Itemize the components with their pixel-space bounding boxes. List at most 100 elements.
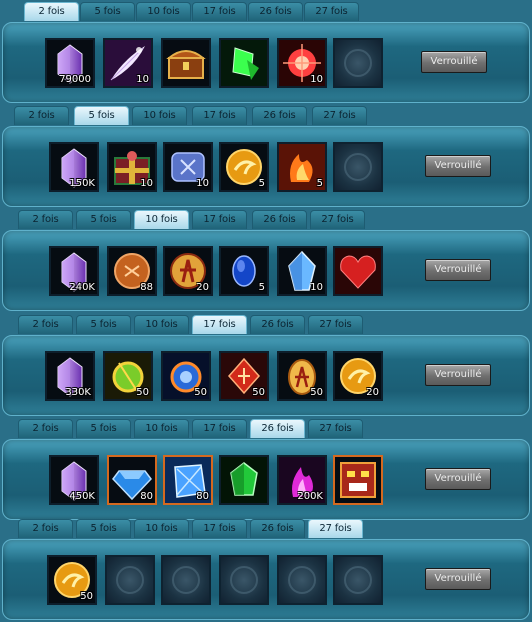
tab-5[interactable]: 27 fois <box>312 106 367 125</box>
reward-slot[interactable]: 10 <box>163 142 213 192</box>
reward-slot[interactable]: 50 <box>103 351 153 401</box>
tab-0[interactable]: 2 fois <box>18 315 73 334</box>
reward-slot[interactable]: 5 <box>219 142 269 192</box>
tab-0[interactable]: 2 fois <box>18 419 73 438</box>
tab-3[interactable]: 17 fois <box>192 419 247 438</box>
tab-5[interactable]: 27 fois <box>308 519 363 538</box>
reward-slot[interactable]: 10 <box>107 142 157 192</box>
reward-panel: 450K 80 80 200K Verrouillé <box>2 439 530 520</box>
reward-slot[interactable] <box>219 555 269 605</box>
item-quantity: 240K <box>69 282 95 293</box>
item-quantity: 10 <box>310 282 323 293</box>
tab-2[interactable]: 10 fois <box>134 210 189 229</box>
tab-2[interactable]: 10 fois <box>132 106 187 125</box>
reward-tier-section: 2 fois 5 fois 10 fois 17 fois 26 fois 27 fois… <box>0 315 532 418</box>
tab-1[interactable]: 5 fois <box>76 315 131 334</box>
reward-slot[interactable]: 20 <box>333 351 383 401</box>
reward-slot[interactable] <box>277 555 327 605</box>
reward-slot[interactable]: 80 <box>163 455 213 505</box>
tab-2[interactable]: 10 fois <box>134 519 189 538</box>
tab-0[interactable]: 2 fois <box>18 519 73 538</box>
reward-slot[interactable]: 10 <box>277 38 327 88</box>
tab-1[interactable]: 5 fois <box>76 519 131 538</box>
tab-5[interactable]: 27 fois <box>304 2 359 21</box>
reward-slot[interactable] <box>219 455 269 505</box>
reward-tier-section: 2 fois 5 fois 10 fois 17 fois 26 fois 27 fois… <box>0 419 532 522</box>
reward-slot[interactable]: 10 <box>103 38 153 88</box>
tab-5[interactable]: 27 fois <box>308 419 363 438</box>
tab-4[interactable]: 26 fois <box>250 315 305 334</box>
item-quantity: 50 <box>80 591 93 602</box>
locked-button[interactable]: Verrouillé <box>425 155 491 177</box>
reward-slot[interactable] <box>333 455 383 505</box>
tab-1[interactable]: 5 fois <box>74 106 129 125</box>
item-quantity: 5 <box>258 282 265 293</box>
reward-slot[interactable] <box>333 142 383 192</box>
reward-slot[interactable]: 200K <box>277 455 327 505</box>
tab-3[interactable]: 17 fois <box>192 519 247 538</box>
empty-slot-icon <box>288 566 316 594</box>
item-quantity: 88 <box>140 282 153 293</box>
reward-slot[interactable] <box>333 38 383 88</box>
tab-2[interactable]: 10 fois <box>134 315 189 334</box>
reward-slot[interactable]: 50 <box>161 351 211 401</box>
reward-slot[interactable]: 10 <box>277 246 327 296</box>
reward-slot[interactable] <box>219 38 269 88</box>
reward-slot[interactable]: 88 <box>107 246 157 296</box>
item-quantity: 50 <box>136 387 149 398</box>
reward-slot[interactable]: 79000 <box>45 38 95 88</box>
reward-slot[interactable]: 150K <box>49 142 99 192</box>
locked-button[interactable]: Verrouillé <box>425 468 491 490</box>
reward-slot[interactable]: 80 <box>107 455 157 505</box>
locked-button[interactable]: Verrouillé <box>425 364 491 386</box>
item-quantity: 20 <box>196 282 209 293</box>
reward-slot[interactable]: 20 <box>163 246 213 296</box>
tab-2[interactable]: 10 fois <box>134 419 189 438</box>
tab-4[interactable]: 26 fois <box>252 210 307 229</box>
tab-4[interactable]: 26 fois <box>250 519 305 538</box>
locked-button[interactable]: Verrouillé <box>421 51 487 73</box>
empty-slot-icon <box>172 566 200 594</box>
reward-slot[interactable] <box>105 555 155 605</box>
reward-slot[interactable]: 450K <box>49 455 99 505</box>
tab-1[interactable]: 5 fois <box>80 2 135 21</box>
item-quantity: 10 <box>310 74 323 85</box>
tab-0[interactable]: 2 fois <box>18 210 73 229</box>
item-quantity: 79000 <box>59 74 91 85</box>
reward-slot[interactable]: 5 <box>277 142 327 192</box>
item-quantity: 10 <box>140 178 153 189</box>
tab-0[interactable]: 2 fois <box>14 106 69 125</box>
tab-3[interactable]: 17 fois <box>192 2 247 21</box>
tab-4[interactable]: 26 fois <box>252 106 307 125</box>
tab-1[interactable]: 5 fois <box>76 210 131 229</box>
tab-4[interactable]: 26 fois <box>248 2 303 21</box>
reward-slot[interactable]: 50 <box>277 351 327 401</box>
tab-3[interactable]: 17 fois <box>192 210 247 229</box>
item-quantity: 10 <box>136 74 149 85</box>
reward-slot[interactable] <box>333 246 383 296</box>
empty-slot-icon <box>344 566 372 594</box>
tab-5[interactable]: 27 fois <box>308 315 363 334</box>
reward-panel: 240K 88 20 5 10 Verrouillé <box>2 230 530 311</box>
tab-3[interactable]: 17 fois <box>192 106 247 125</box>
reward-panel: 330K 50 50 50 50 20 Verrouillé <box>2 335 530 416</box>
tab-1[interactable]: 5 fois <box>76 419 131 438</box>
reward-slot[interactable]: 330K <box>45 351 95 401</box>
reward-slot[interactable]: 240K <box>49 246 99 296</box>
tab-5[interactable]: 27 fois <box>310 210 365 229</box>
reward-tier-section: 2 fois 5 fois 10 fois 17 fois 26 fois 27 fois… <box>0 519 532 622</box>
tab-4[interactable]: 26 fois <box>250 419 305 438</box>
reward-slot[interactable] <box>333 555 383 605</box>
reward-slot[interactable]: 50 <box>219 351 269 401</box>
tab-3[interactable]: 17 fois <box>192 315 247 334</box>
reward-slot[interactable] <box>161 38 211 88</box>
reward-slot[interactable]: 50 <box>47 555 97 605</box>
reward-tier-section: 2 fois 5 fois 10 fois 17 fois 26 fois 27 fois… <box>0 210 532 313</box>
tab-0[interactable]: 2 fois <box>24 2 79 21</box>
reward-slot[interactable] <box>161 555 211 605</box>
tab-2[interactable]: 10 fois <box>136 2 191 21</box>
reward-slot[interactable]: 5 <box>219 246 269 296</box>
locked-button[interactable]: Verrouillé <box>425 259 491 281</box>
item-quantity: 50 <box>252 387 265 398</box>
locked-button[interactable]: Verrouillé <box>425 568 491 590</box>
